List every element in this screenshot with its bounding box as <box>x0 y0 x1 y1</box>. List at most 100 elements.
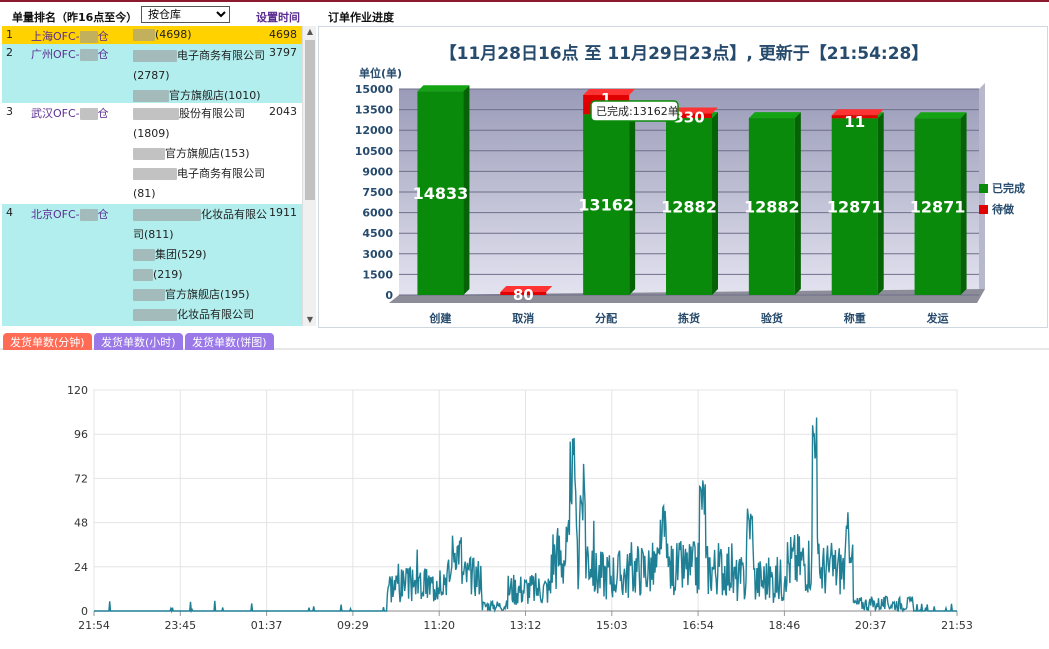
scrollbar-thumb[interactable] <box>305 40 315 200</box>
scroll-down-icon[interactable]: ▼ <box>303 314 317 326</box>
legend-swatch-done <box>979 184 988 193</box>
y-tick-label: 120 <box>67 384 88 397</box>
x-tick-label: 21:54 <box>78 619 110 632</box>
y-tick-label: 3000 <box>362 248 393 261</box>
x-category-label: 取消 <box>512 311 534 325</box>
redacted-block <box>79 209 98 221</box>
rank-number: 3 <box>6 105 13 118</box>
warehouse-name[interactable]: 北京OFC- 仓 <box>31 206 109 222</box>
legend-done[interactable]: 已完成 <box>979 180 1025 196</box>
ranking-row[interactable]: 1 上海OFC- 仓 (4698) 4698 <box>2 26 302 44</box>
tab-shipments-pie[interactable]: 发货单数(饼图) <box>185 333 274 350</box>
shop-item: 电子商务有限公司 <box>133 46 267 66</box>
rank-number: 2 <box>6 46 13 59</box>
bar-data-label: 12871 <box>910 198 966 217</box>
redacted-block <box>133 108 179 120</box>
y-tick-label: 12000 <box>355 124 394 137</box>
x-tick-label: 18:46 <box>769 619 801 632</box>
ranking-row[interactable]: 2 广州OFC- 仓 电子商务有限公司 (2787) 官方旗舰店(1010) 37… <box>2 44 302 103</box>
y-tick-label: 15000 <box>355 83 394 96</box>
redacted-block <box>133 209 201 221</box>
tab-shipments-per-minute[interactable]: 发货单数(分钟) <box>3 333 92 350</box>
x-category-label: 创建 <box>428 311 452 325</box>
x-tick-label: 13:12 <box>510 619 542 632</box>
tooltip-text: 已完成:13162单 <box>596 104 679 118</box>
shop-item: (1809) <box>133 127 170 140</box>
x-tick-label: 15:03 <box>596 619 628 632</box>
bar-data-label: 13162 <box>578 196 634 215</box>
warehouse-name[interactable]: 武汉OFC- 仓 <box>31 105 109 121</box>
legend-swatch-pending <box>979 205 988 214</box>
redacted-block <box>133 168 177 180</box>
y-tick-label: 0 <box>385 289 393 302</box>
order-count: 4698 <box>269 28 297 41</box>
bar-data-label: 14833 <box>413 184 469 203</box>
warehouse-name[interactable]: 广州OFC- 仓 <box>31 46 109 62</box>
shop-item: 化妆品有限公司 <box>133 305 267 325</box>
ranking-row[interactable]: 3 武汉OFC- 仓 股份有限公司 (1809) 官方旗舰店(153) 电子商务有… <box>2 103 302 204</box>
x-tick-label: 01:37 <box>251 619 283 632</box>
warehouse-group-select[interactable]: 按仓库 <box>141 6 230 23</box>
bar-tooltip: 已完成:13162单 <box>590 100 679 122</box>
y-tick-label: 10500 <box>355 145 394 158</box>
shop-item: 股份有限公司 <box>133 104 267 124</box>
ranking-list: 1 上海OFC- 仓 (4698) 4698 2 广州OFC- 仓 电子商务有限公司… <box>2 26 302 326</box>
y-tick-label: 7500 <box>362 186 393 199</box>
ranking-row[interactable]: 4 北京OFC- 仓 化妆品有限公 司(811) 集团(529) (219) 官方… <box>2 204 302 326</box>
order-progress-panel: 【11月28日16点 至 11月29日23点】, 更新于【21:54:28】 单… <box>318 26 1048 328</box>
order-count: 2043 <box>269 105 297 118</box>
set-time-link[interactable]: 设置时间 <box>256 9 300 25</box>
order-count: 1911 <box>269 206 297 219</box>
shop-item: (81) <box>133 187 156 200</box>
rank-number: 4 <box>6 206 13 219</box>
shop-item: 集团(529) <box>133 245 267 265</box>
bar-data-label: 12871 <box>827 198 883 217</box>
shop-list: 股份有限公司 (1809) 官方旗舰店(153) 电子商务有限公司 (81) <box>133 104 267 204</box>
bar-top <box>417 85 470 92</box>
y-tick-label: 4500 <box>362 227 393 240</box>
shop-list: 电子商务有限公司 (2787) 官方旗舰店(1010) <box>133 46 267 106</box>
redacted-block <box>79 31 98 43</box>
legend-pending[interactable]: 待做 <box>979 201 1014 217</box>
shop-item: 化妆品有限公 <box>133 205 267 225</box>
x-category-label: 拣货 <box>678 311 700 325</box>
redacted-block <box>79 49 98 61</box>
bar-chart-svg: 0 1500 3000 4500 6000 7500 9000 10500 12000 13500… <box>355 83 985 325</box>
shop-item: 官方旗舰店(195) <box>133 285 267 305</box>
tab-shipments-per-hour[interactable]: 发货单数(小时) <box>94 333 183 350</box>
x-category-label: 发运 <box>926 311 949 325</box>
shop-item: 电子商务有限公司 <box>133 164 267 184</box>
x-tick-label: 23:45 <box>164 619 196 632</box>
bar-top <box>914 112 967 119</box>
bar-pending-label: 11 <box>844 113 865 131</box>
redacted-block <box>133 50 177 62</box>
x-tick-label: 16:54 <box>682 619 714 632</box>
top-header: 单量排名（昨16点至今） 按仓库 设置时间 订单作业进度 <box>0 4 1049 26</box>
shop-item: 官方旗舰店(153) <box>133 144 267 164</box>
y-tick-label: 72 <box>74 472 88 485</box>
x-tick-label: 09:29 <box>337 619 369 632</box>
y-tick-label: 48 <box>74 517 88 530</box>
shop-list: 化妆品有限公 司(811) 集团(529) (219) 官方旗舰店(195) 化… <box>133 205 267 325</box>
shop-item: (219) <box>133 265 267 285</box>
y-tick-label: 1500 <box>362 268 393 281</box>
y-tick-label: 9000 <box>362 165 393 178</box>
ranking-scrollbar[interactable]: ▲ ▼ <box>302 26 316 326</box>
order-progress-title: 订单作业进度 <box>328 11 394 24</box>
x-category-label: 称重 <box>844 311 866 325</box>
shop-list: (4698) <box>133 26 267 44</box>
dashboard-root: 单量排名（昨16点至今） 按仓库 设置时间 订单作业进度 1 上海OFC- 仓 (… <box>0 0 1049 649</box>
scroll-up-icon[interactable]: ▲ <box>303 26 317 38</box>
warehouse-name[interactable]: 上海OFC- 仓 <box>31 28 109 44</box>
redacted-block <box>133 249 155 261</box>
y-tick-label: 13500 <box>355 104 394 117</box>
bar-data-label: 12882 <box>661 198 717 217</box>
x-tick-label: 20:37 <box>855 619 887 632</box>
y-tick-label: 24 <box>74 561 88 574</box>
shop-item: 司(811) <box>133 228 174 241</box>
y-tick-label: 96 <box>74 428 88 441</box>
redacted-block <box>133 148 165 160</box>
redacted-block <box>133 269 153 281</box>
order-count: 3797 <box>269 46 297 59</box>
x-category-label: 验货 <box>761 311 783 325</box>
